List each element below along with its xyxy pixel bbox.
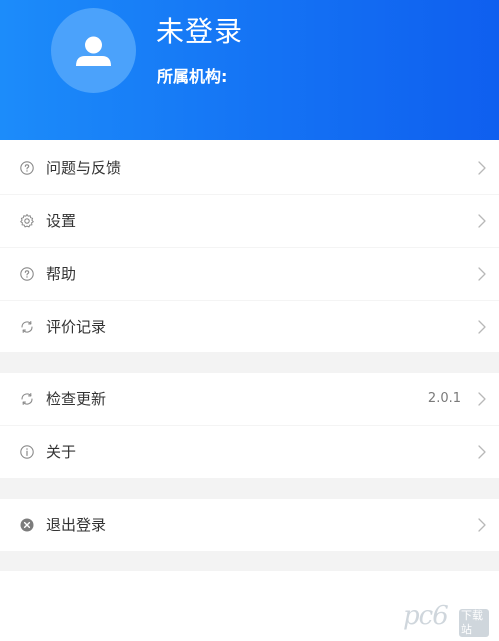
user-icon	[76, 36, 111, 66]
menu-group-app: 检查更新 2.0.1 关于	[0, 373, 499, 478]
site-watermark: pc6 下载站	[403, 599, 489, 637]
gear-icon	[20, 214, 34, 228]
section-divider	[0, 551, 499, 571]
chevron-right-icon	[478, 214, 486, 228]
watermark-logo: pc6	[403, 601, 449, 631]
menu-item-logout[interactable]: 退出登录	[0, 499, 499, 551]
version-number: 2.0.1	[427, 391, 461, 406]
menu-group-account: 退出登录	[0, 499, 499, 551]
menu-item-label: 关于	[46, 443, 77, 461]
question-circle-icon	[20, 161, 34, 175]
info-circle-icon	[20, 445, 34, 459]
avatar[interactable]	[51, 8, 136, 93]
refresh-icon	[21, 393, 33, 405]
organization-label: 所属机构:	[157, 67, 228, 86]
close-circle-icon	[20, 518, 34, 532]
menu-item-label: 设置	[46, 212, 77, 230]
chevron-right-icon	[478, 392, 486, 406]
menu-item-settings[interactable]: 设置	[0, 194, 499, 247]
question-circle-icon	[20, 267, 34, 281]
menu-item-label: 帮助	[46, 265, 77, 283]
menu-item-label: 评价记录	[46, 318, 107, 336]
menu-item-about[interactable]: 关于	[0, 425, 499, 478]
watermark-badge: 下载站	[459, 609, 489, 637]
chevron-right-icon	[478, 267, 486, 281]
chevron-right-icon	[478, 161, 486, 175]
menu-item-help[interactable]: 帮助	[0, 247, 499, 300]
user-name[interactable]: 未登录	[156, 14, 243, 50]
menu-item-label: 检查更新	[46, 390, 107, 408]
menu-item-check-update[interactable]: 检查更新 2.0.1	[0, 373, 499, 425]
menu-item-feedback[interactable]: 问题与反馈	[0, 142, 499, 194]
section-divider	[0, 478, 499, 499]
profile-header: 未登录 所属机构:	[0, 0, 499, 140]
chevron-right-icon	[478, 320, 486, 334]
chevron-right-icon	[478, 518, 486, 532]
profile-page: 未登录 所属机构: 问题与反馈 设置 帮助 评价记录 检查更新 2.0.1 关于…	[0, 0, 499, 641]
section-divider	[0, 352, 499, 373]
menu-group-main: 问题与反馈 设置 帮助 评价记录	[0, 142, 499, 353]
refresh-icon	[21, 321, 33, 333]
menu-item-ratings[interactable]: 评价记录	[0, 300, 499, 353]
menu-item-label: 退出登录	[46, 516, 107, 534]
chevron-right-icon	[478, 445, 486, 459]
menu-item-label: 问题与反馈	[46, 159, 122, 177]
